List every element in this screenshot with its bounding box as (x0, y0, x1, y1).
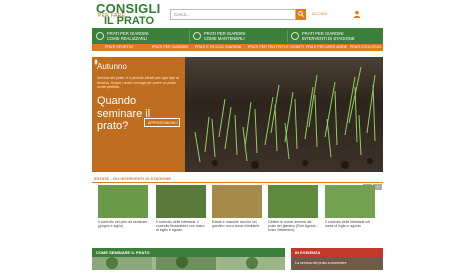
logo-line3: IL PRATO (104, 15, 155, 27)
card-caption: Estate e macchie secche nel giardino: ec… (212, 220, 260, 229)
search-button[interactable] (296, 9, 306, 20)
nav-line2: COME REALIZZARLI (107, 36, 148, 41)
seminare-images (92, 256, 285, 270)
card-image-weeds (156, 185, 206, 218)
login-link[interactable]: ACCEDI (312, 11, 327, 16)
site-logo[interactable]: CONSIGLI PER FARE IL PRATO (96, 1, 170, 28)
card-caption: Il controllo delle infestanti: il contro… (156, 220, 205, 233)
article-card[interactable]: Il controllo del pelo da seminare (giugn… (98, 185, 148, 233)
nav-divider (189, 30, 190, 42)
subnav-item[interactable]: PRATI PER AREE ARIDE (306, 45, 347, 49)
subnav-item[interactable]: PRATI SPORTIVI (105, 45, 133, 49)
article-card[interactable]: Il controllo delle infestanti nel mese d… (325, 185, 375, 233)
hero-image-sprouting-grass (185, 57, 383, 172)
lawn-icon (96, 32, 104, 40)
card-image-dry-lawn (212, 185, 262, 218)
estate-section-header: ESTATE - GLI INTERVENTI DI STAGIONE ‹› (92, 175, 383, 190)
hero-panel: Autunno Semina del prato: è il periodo i… (92, 57, 185, 172)
hero-banner: Autunno Semina del prato: è il periodo i… (92, 57, 383, 172)
subnav-item[interactable]: PRATI PER GIARDINI (152, 45, 188, 49)
seminare-section-header: COME SEMINARE IL PRATO ‹› (92, 248, 285, 264)
evidence-title: IN EVIDENZA (295, 250, 321, 255)
hero-cta-button[interactable]: APPROFONDISCI › (144, 118, 180, 127)
subnav-item[interactable]: PRATI PER FRUTTETI E VIGNETI (248, 45, 304, 49)
main-nav: PRATI PER GIARDINI COME REALIZZARLI PRATI… (92, 28, 383, 44)
search-icon (298, 11, 304, 17)
calendar-icon (291, 32, 299, 40)
hero-season: Autunno (97, 62, 127, 71)
nav-item-realizzarli[interactable]: PRATI PER GIARDINI COME REALIZZARLI (96, 28, 188, 44)
evidence-caption[interactable]: La semina del prato a novembre (295, 261, 347, 265)
nav-item-interventi[interactable]: PRATI PER GIARDINI INTERVENTI DI STAGIONE (291, 28, 383, 44)
watering-icon (193, 32, 201, 40)
card-caption: Il controllo delle infestanti nel mese d… (325, 220, 370, 229)
search-input[interactable]: Cerca... (170, 9, 296, 20)
card-caption: Gestire le nuove semina dal prato del gi… (268, 220, 318, 233)
seminare-section-title: COME SEMINARE IL PRATO (96, 250, 150, 255)
nav-divider (287, 30, 288, 42)
article-card[interactable]: Gestire le nuove semina dal prato del gi… (268, 185, 318, 233)
nav-item-mantenerli[interactable]: PRATI PER GIARDINI COME MANTENERLI (193, 28, 285, 44)
card-caption: Il controllo del pelo da seminare (giugn… (98, 220, 148, 229)
grass-sprouts-image (194, 66, 376, 169)
user-icon[interactable] (353, 10, 361, 18)
card-image-thistle (98, 185, 148, 218)
nav-line2: INTERVENTI DI STAGIONE (302, 36, 355, 41)
sub-nav: PRATI SPORTIVI PRATI PER GIARDINI PRATI … (92, 44, 383, 51)
trees-image (92, 256, 285, 270)
article-card[interactable]: Estate e macchie secche nel giardino: ec… (212, 185, 262, 233)
header: CONSIGLI PER FARE IL PRATO Cerca... ACCE… (0, 0, 475, 28)
hero-description: Semina del prato: è il periodo ideale pe… (97, 76, 179, 90)
search-placeholder: Cerca... (174, 12, 190, 17)
nav-line2: COME MANTENERLI (204, 36, 245, 41)
article-card[interactable]: Il controllo delle infestanti: il contro… (156, 185, 206, 233)
subnav-item[interactable]: PRATI ECOLOGICI (350, 45, 381, 49)
estate-section-title: ESTATE - GLI INTERVENTI DI STAGIONE (94, 176, 172, 181)
card-image-garden (268, 185, 318, 218)
subnav-item[interactable]: PRATI E PICCOLI GIARDINI (195, 45, 241, 49)
estate-cards: Il controllo del pelo da seminare (giugn… (92, 185, 383, 233)
card-image-lawn (325, 185, 375, 218)
evidence-section-header: IN EVIDENZA (291, 248, 383, 257)
